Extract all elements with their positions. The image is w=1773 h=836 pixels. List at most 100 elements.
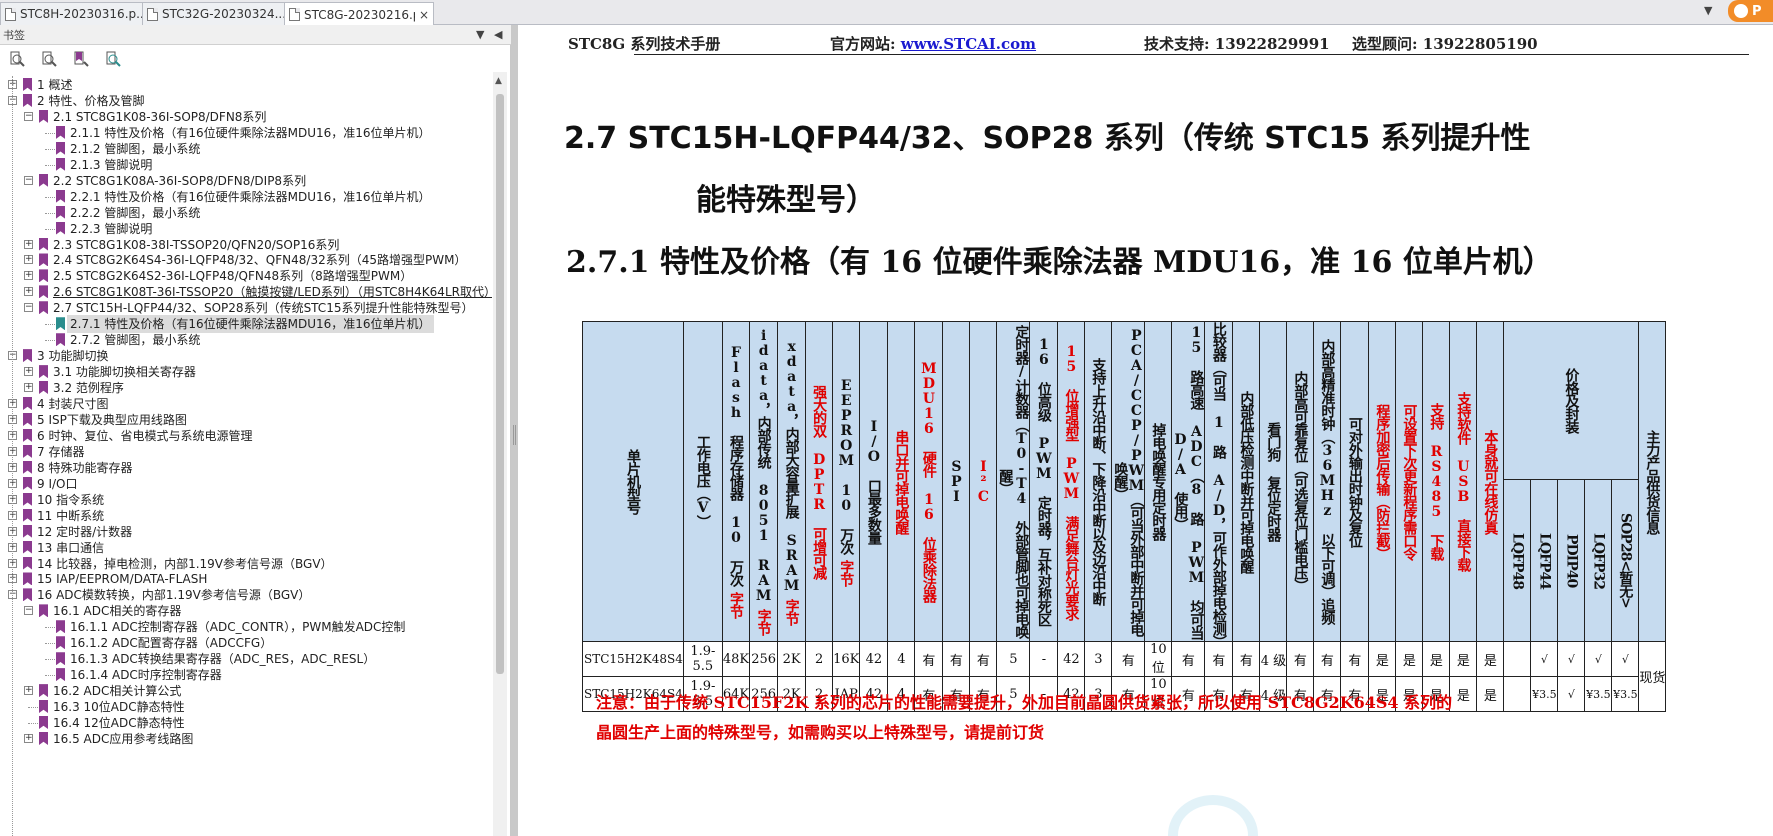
bookmark-icon [56, 205, 65, 219]
table-cell: 256 [749, 641, 779, 677]
bookmark-find-icon[interactable] [104, 50, 122, 68]
bookmark-icon [23, 460, 32, 474]
tree-connector [45, 228, 55, 230]
close-tab-icon[interactable]: × [419, 8, 429, 22]
tree-connector [45, 148, 55, 150]
expand-icon[interactable]: + [24, 686, 33, 696]
col-header-text: Flash 程序存储器 10 万次 [728, 345, 744, 586]
price-cell: ¥3.5 [1530, 676, 1559, 712]
col-header-text: 内部低压检测中断并可掉电唤醒 [1238, 390, 1255, 573]
note-line-1: 注意：由于传统 STC15F2K 系列的芯片的性能需要提升，外加目前晶圆供货紧张… [596, 693, 1453, 712]
col-header: 15 位增强型 PWM 满足舞台灯光要求 [1057, 321, 1086, 642]
bookmarks-scrollbar[interactable]: ▲ [493, 72, 507, 836]
bookmark-icon [39, 604, 48, 618]
expand-icon[interactable]: + [24, 239, 33, 249]
table-cell: 有 [914, 641, 944, 677]
col-header-text: xdata，内部大容量扩展 SRAM [783, 338, 800, 593]
col-header-text: 比较器（可当 1 路 A/D，可作外部掉电检测） [1210, 322, 1227, 648]
col-header: 支持 RS485 下载 [1422, 321, 1451, 642]
bookmark-icon [56, 157, 65, 171]
pdf-file-icon [5, 7, 16, 21]
scroll-up-icon[interactable]: ▲ [495, 76, 502, 86]
bookmark-collapse-icon[interactable] [40, 50, 58, 68]
note-line-2: 晶圆生产上面的特殊型号，如需购买以上特殊型号，请提前订货 [596, 723, 1045, 742]
panel-collapse-icon[interactable]: ◀ [494, 28, 502, 41]
bookmark-add-icon[interactable] [72, 50, 90, 68]
expand-icon[interactable]: + [24, 255, 33, 265]
package-header-text: LQFP44 [1536, 532, 1553, 589]
col-header-text: 15 路高速 ADC（8 路 PWM 均可当 D/A 使用） [1172, 324, 1205, 639]
col-header-text: 支持 RS485 下载 [1428, 403, 1445, 560]
price-cell: √ [1611, 641, 1640, 677]
bookmark-icon [56, 141, 65, 155]
bookmark-icon [39, 731, 48, 745]
bookmark-icon [39, 285, 48, 299]
collapse-icon[interactable]: − [24, 606, 33, 616]
bookmark-icon [23, 508, 32, 522]
col-header-text: 单片机型号 [624, 449, 641, 514]
col-header-text: I²C [975, 459, 992, 504]
bookmark-icon [39, 269, 48, 283]
panel-splitter[interactable] [511, 25, 518, 836]
bookmark-icon [23, 476, 32, 490]
col-header: 内部低压检测中断并可掉电唤醒 [1232, 321, 1261, 642]
package-header: PDIP40 [1557, 479, 1586, 642]
col-header: 程序加密后传输（防拦截） [1368, 321, 1397, 642]
subsection-title: 2.7.1 特性及价格（有 16 位硬件乘除法器 MDU16，准 16 位单片机… [566, 245, 1553, 280]
pdf-page: STC8G 系列技术手册 官方网站: www.STCAI.com 技术支持: 1… [518, 25, 1773, 836]
tab-1[interactable]: STC8H-20230316.p... [0, 2, 150, 25]
expand-icon[interactable]: + [24, 271, 33, 281]
header-site-link[interactable]: www.STCAI.com [901, 35, 1036, 53]
expand-icon[interactable]: + [24, 287, 33, 297]
collapse-icon[interactable]: − [24, 175, 33, 185]
bookmark-icon [39, 109, 48, 123]
panel-menu-icon[interactable]: ▼ [476, 28, 484, 41]
expand-icon[interactable]: + [24, 733, 33, 743]
col-header: idata，内部传统 8051 RAM 字节 [749, 321, 779, 642]
bookmark-icon [39, 253, 48, 267]
bookmarks-panel: 书签 ▼ ◀ +1 概述 −2 特性、价格及管脚 −2.1 STC8G1K08-36… [0, 25, 511, 836]
col-header-text: 强大的双 DPTR 可增可减 [811, 384, 828, 579]
package-header-text: LQFP48 [1509, 532, 1526, 589]
table-cell: 4 级 [1259, 641, 1288, 677]
bookmark-expand-icon[interactable] [8, 50, 26, 68]
tab-3[interactable]: STC8G-20230216.pd... × [284, 2, 434, 26]
scrollbar-thumb[interactable] [496, 94, 504, 674]
bookmark-icon [39, 173, 48, 187]
col-header-text: idata，内部传统 8051 RAM [755, 328, 772, 603]
collapse-icon[interactable]: − [24, 111, 33, 121]
table-cell: 2 [805, 641, 834, 677]
col-header-text: I/O 口最多数量 [865, 419, 882, 544]
col-header-text: 内部高精准时钟（36MHz 以下可调）追频 [1319, 339, 1336, 624]
bookmark-icon [56, 620, 65, 634]
price-cell: √ [1557, 676, 1586, 712]
col-header: 强大的双 DPTR 可增可减 [805, 321, 834, 642]
bookmark-icon [23, 492, 32, 506]
tree-connector [45, 164, 55, 166]
col-header-text: 掉电唤醒专用定时器 [1150, 423, 1167, 540]
col-header: PCA/CCP/PWM（可当外部中断并可掉电唤醒） [1111, 321, 1146, 642]
tree-connector [45, 196, 55, 198]
bookmark-icon [23, 588, 32, 602]
section-title-line2: 能特殊型号） [696, 183, 876, 218]
col-header: 比较器（可当 1 路 A/D，可作外部掉电检测） [1204, 321, 1234, 648]
price-cell: √ [1557, 641, 1586, 677]
bookmark-icon [39, 716, 48, 729]
expand-icon[interactable]: + [24, 367, 33, 377]
table-cell: 3 [1084, 641, 1113, 677]
col-header-unit: 字节 [755, 609, 772, 635]
tab-2[interactable]: STC32G-20230324... [142, 2, 292, 25]
price-cell: √ [1530, 641, 1559, 677]
collapse-icon[interactable]: − [24, 303, 33, 313]
col-header-text: 程序加密后传输（防拦截） [1374, 403, 1391, 560]
tab-list-dropdown-icon[interactable]: ▼ [1704, 4, 1712, 17]
price-cell: ¥3.5 [1611, 676, 1640, 712]
spec-table: 单片机型号 工作电压（V） Flash 程序存储器 10 万次 字节 idata，内部传… [582, 321, 1667, 712]
expand-icon[interactable]: + [24, 383, 33, 393]
corner-badge[interactable]: P [1728, 0, 1773, 22]
table-cell: 有 [1111, 641, 1146, 677]
table-cell: 2K [777, 641, 807, 677]
bookmark-item[interactable]: +16.5 ADC应用参考线路图 [0, 730, 492, 748]
badge-dot-icon [1734, 4, 1748, 18]
bookmarks-title: 书签 [3, 28, 25, 42]
